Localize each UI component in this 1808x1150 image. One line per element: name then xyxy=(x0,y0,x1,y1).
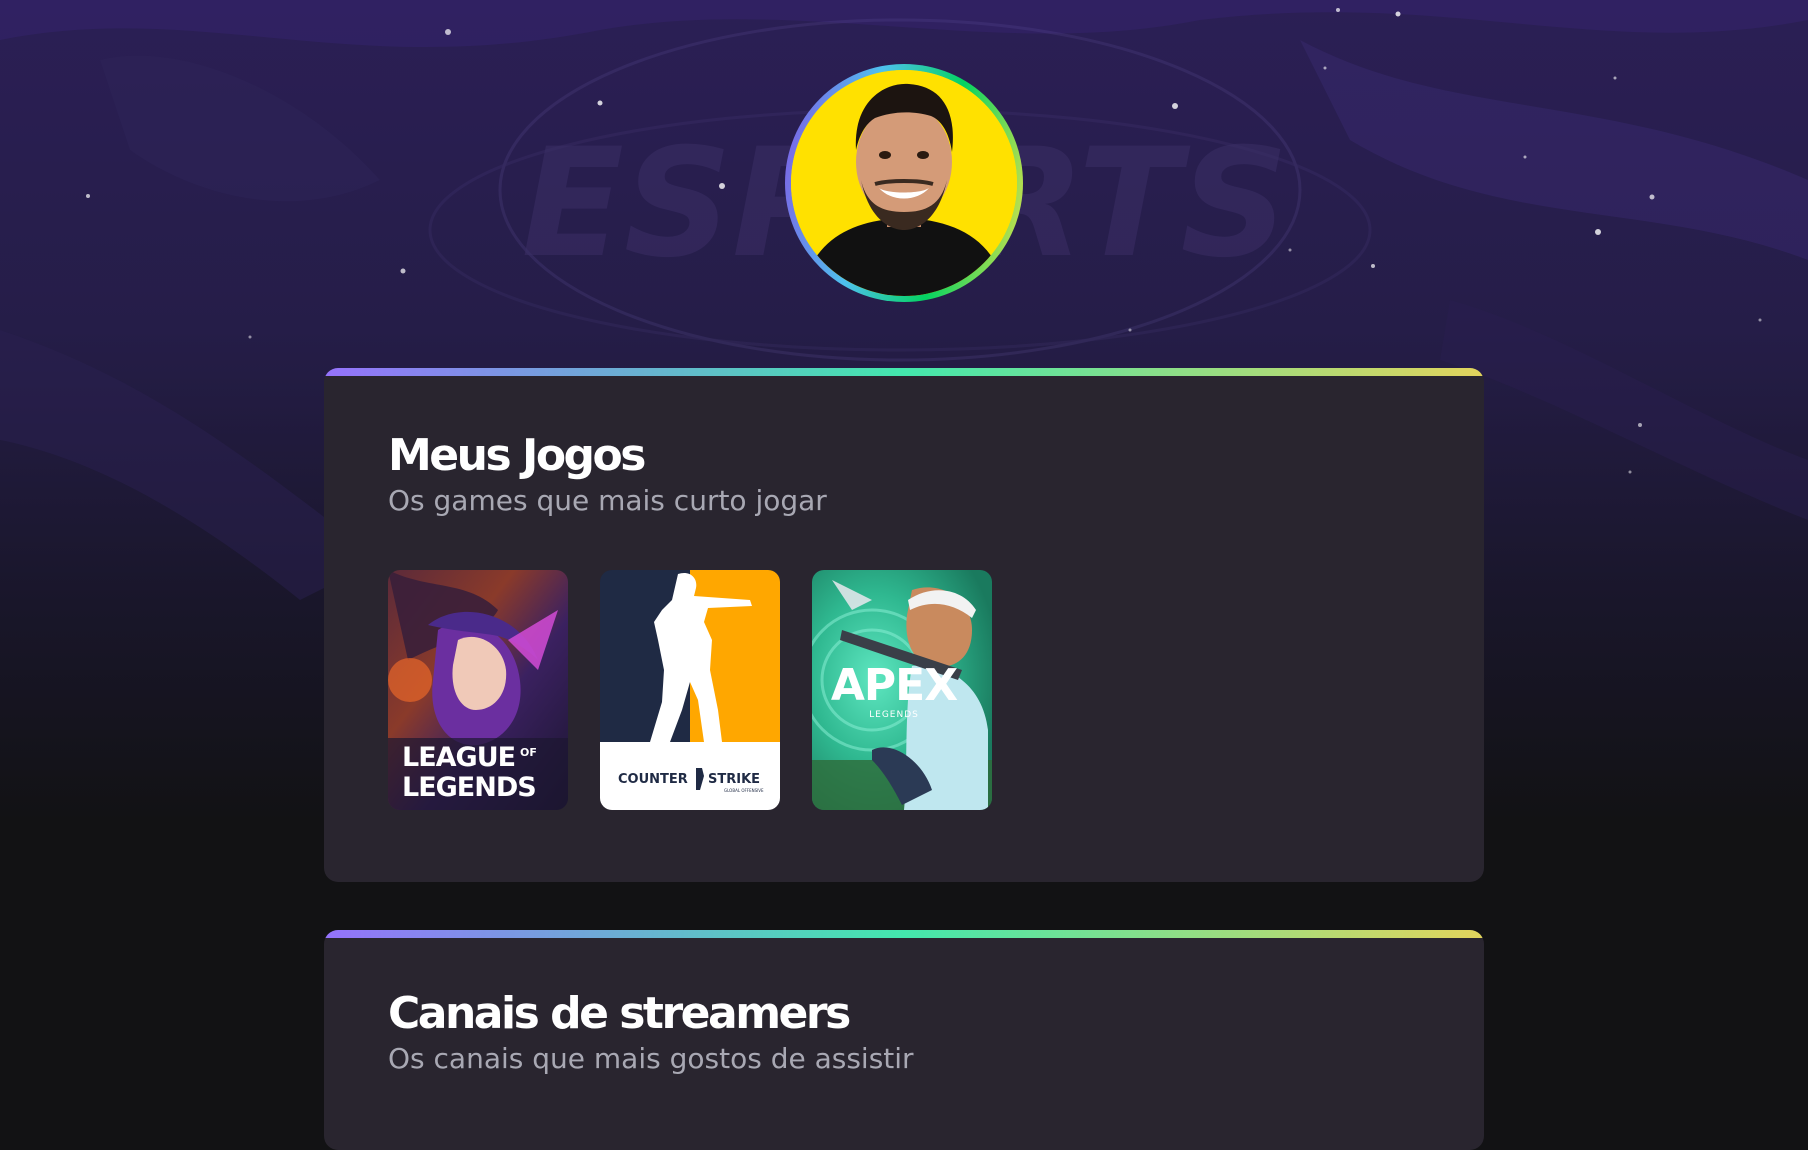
game-card-league-of-legends[interactable]: LEAGUE OF LEGENDS xyxy=(388,570,568,810)
apex-legends-cover: APEX LEGENDS xyxy=(812,570,992,810)
lol-logo-of: OF xyxy=(520,746,537,759)
streamers-card: Canais de streamers Os canais que mais g… xyxy=(324,930,1484,1150)
avatar-photo xyxy=(791,70,1017,296)
cs-logo-left: COUNTER xyxy=(618,772,688,787)
counter-strike-cover: COUNTER STRIKE GLOBAL OFFENSIVE xyxy=(600,570,780,810)
person-photo-icon xyxy=(791,70,1017,296)
games-section-subtitle: Os games que mais curto jogar xyxy=(388,484,827,517)
game-card-counter-strike[interactable]: COUNTER STRIKE GLOBAL OFFENSIVE xyxy=(600,570,780,810)
apex-logo-main: APEX xyxy=(831,660,958,711)
game-card-apex-legends[interactable]: APEX LEGENDS xyxy=(812,570,992,810)
cs-logo-sub: GLOBAL OFFENSIVE xyxy=(724,788,764,793)
streamers-section-subtitle: Os canais que mais gostos de assistir xyxy=(388,1042,914,1075)
league-of-legends-cover: LEAGUE OF LEGENDS xyxy=(388,570,568,810)
avatar xyxy=(785,64,1023,302)
lol-logo-line1: LEAGUE xyxy=(402,742,515,773)
games-card: Meus Jogos Os games que mais curto jogar xyxy=(324,368,1484,882)
apex-logo-sub: LEGENDS xyxy=(869,710,919,720)
lol-logo-line2: LEGENDS xyxy=(402,772,536,803)
games-section-title: Meus Jogos xyxy=(388,430,646,481)
cs-logo-right: STRIKE xyxy=(708,772,760,787)
streamers-section-title: Canais de streamers xyxy=(388,988,851,1039)
